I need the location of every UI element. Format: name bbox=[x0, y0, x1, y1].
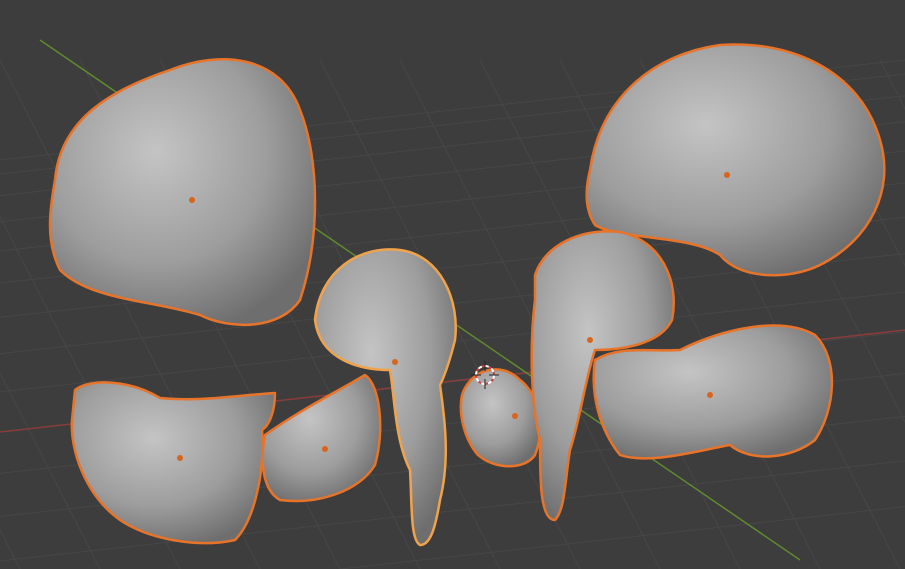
origin-dot bbox=[707, 392, 713, 398]
origin-dot bbox=[177, 455, 183, 461]
3d-viewport[interactable] bbox=[0, 0, 905, 569]
origin-dot bbox=[189, 197, 195, 203]
origin-dot bbox=[724, 172, 730, 178]
origin-dot bbox=[587, 337, 593, 343]
origin-dot bbox=[512, 413, 518, 419]
origin-dot bbox=[322, 446, 328, 452]
origin-dot bbox=[392, 359, 398, 365]
